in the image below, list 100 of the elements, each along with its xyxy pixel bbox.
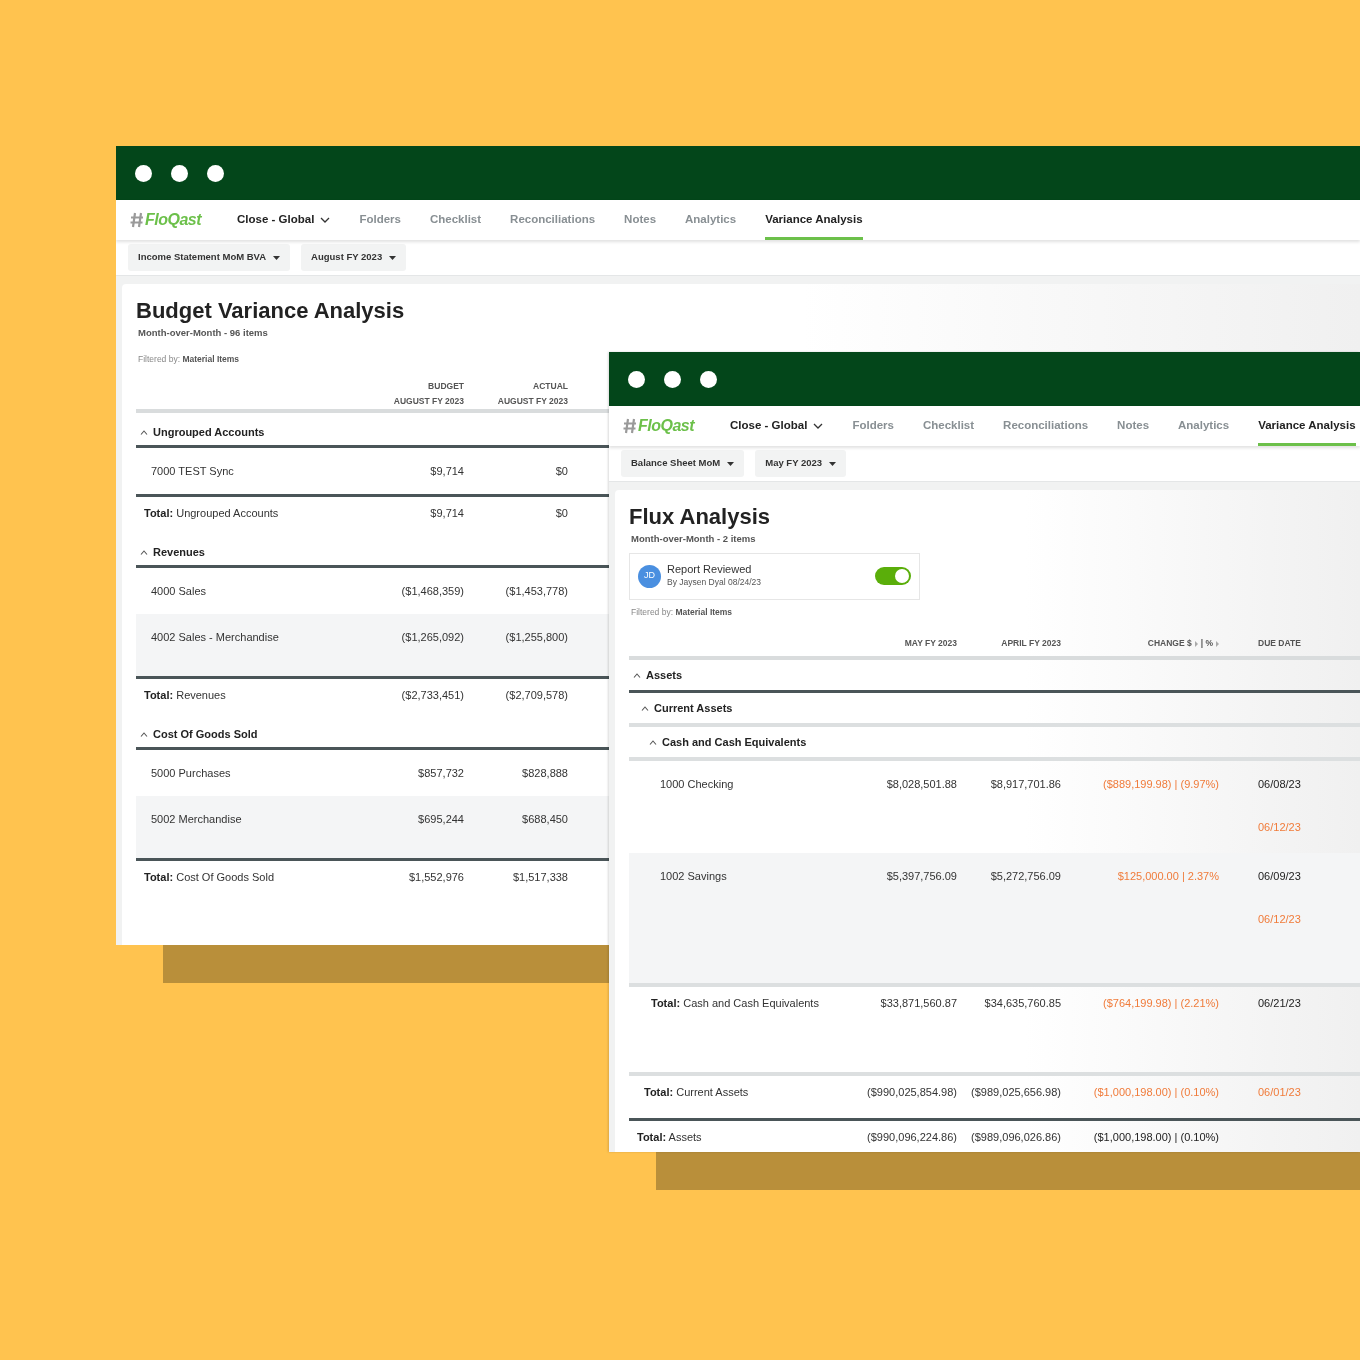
column-header: DUE DATE [1257,638,1302,651]
account-name: 5002 Merchandise [150,812,243,828]
total-label: Total: Revenues [143,688,227,704]
table-cell-text: ($1,468,359) [400,584,464,600]
account-name: 7000 TEST Sync [150,464,235,480]
table-cell-text: $8,028,501.88 [885,777,957,793]
table-cell-text: ($990,025,854.98) [866,1085,957,1101]
caret-down-icon [389,255,397,260]
column-header: | % [1200,638,1213,651]
column-header: CHANGE $ [1147,638,1192,651]
table-row[interactable]: 4000 Sales ($1,468,359) ($1,453,778) [136,568,610,615]
group-toggle[interactable]: Revenues [136,539,610,566]
report-title: Flux Analysis [629,504,771,531]
table-row[interactable]: 5000 Purchases $857,732 $828,888 [136,750,610,797]
hash-icon [130,212,144,228]
due-date: 06/08/23 [1258,777,1302,793]
change-value: ($1,000,198.00) | (0.10%) [1092,1085,1219,1101]
table-cell-text: $857,732 [417,766,464,782]
column-header: APRIL FY 2023 [1000,638,1061,651]
column-header: AUGUST FY 2023 [496,395,568,409]
table-cell-text: ($990,096,224.86) [866,1130,957,1146]
total-label: Total: Assets [636,1130,703,1146]
table-cell-text: ($2,709,578) [504,688,568,704]
group-toggle[interactable]: Current Assets [629,693,1360,724]
table-cell-text: $695,244 [417,812,464,828]
table-cell-text: $0 [554,464,568,480]
filter-text: Filtered by: Material Items [138,352,241,366]
filter-dropdown[interactable]: Income Statement MoM BVA [128,244,291,271]
column-header: ACTUAL [532,380,568,394]
due-date: 06/01/23 [1258,1085,1302,1101]
caret-down-icon [273,255,281,260]
table-cell-text: ($1,265,092) [400,630,464,646]
due-date: 06/12/23 [1258,911,1302,927]
filter-text: Filtered by: Material Items [631,605,734,619]
window-dot[interactable] [135,164,152,182]
filter-dropdown[interactable]: May FY 2023 [755,450,847,477]
table-row[interactable]: 7000 TEST Sync $9,714 $0 [136,448,610,495]
window-dot[interactable] [207,164,224,182]
window-dot[interactable] [664,370,681,388]
report-subtitle: Month-over-Month - 96 items [138,326,269,341]
chevron-up-icon [140,429,148,435]
table-cell-text: $688,450 [521,812,568,828]
reviewer-text: By Jaysen Dyal 08/24/23 [667,576,762,590]
table-cell-text: $33,871,560.87 [879,996,957,1012]
table-row[interactable]: 5002 Merchandise $695,244 $688,450 [136,796,610,859]
account-name: 4000 Sales [150,584,208,600]
table-cell-text: $9,714 [429,464,464,480]
table-cell-text: ($2,733,451) [400,688,464,704]
chevron-up-icon [649,739,657,745]
chevron-down-icon [813,422,824,429]
total-label: Total: Cash and Cash Equivalents [650,996,820,1012]
nav-dropdown[interactable]: Close - Global [730,406,824,446]
change-value: ($764,199.98) | (2.21%) [1102,996,1219,1012]
group-toggle[interactable]: Cash and Cash Equivalents [629,727,1360,758]
report-subtitle: Month-over-Month - 2 items [631,532,757,547]
account-name: 1002 Savings [659,869,728,885]
table-row[interactable]: 1000 Checking $8,028,501.88 $8,917,701.86 ($889,199.98) | (9.97%) 06/08/23 06/12/23 [629,761,1360,854]
total-label: Total: Cost Of Goods Sold [143,870,275,886]
table-cell-text: $828,888 [521,766,568,782]
table-cell-text: $1,552,976 [407,870,464,886]
chevron-down-icon [320,216,331,223]
due-date: 06/09/23 [1258,869,1302,885]
table-cell-text: $1,517,338 [511,870,568,886]
avatar: JD [638,564,661,588]
due-date: 06/21/23 [1258,996,1302,1012]
table-cell-text: $34,635,760.85 [983,996,1061,1012]
window-dot[interactable] [171,164,188,182]
report-title: Budget Variance Analysis [136,298,406,325]
table-cell-text: ($1,255,800) [504,630,568,646]
account-name: 1000 Checking [659,777,735,793]
table-cell-text: $5,272,756.09 [989,869,1061,885]
total-label: Total: Ungrouped Accounts [143,506,280,522]
group-toggle[interactable]: Cost Of Goods Sold [136,721,610,748]
window-dot[interactable] [700,370,717,388]
chevron-up-icon [140,731,148,737]
filter-dropdown[interactable]: August FY 2023 [301,244,407,271]
table-row[interactable]: 4002 Sales - Merchandise ($1,265,092) ($1,255,800) [136,614,610,677]
group-toggle[interactable]: Assets [629,660,1360,691]
review-label: Report Reviewed [667,563,753,577]
nav-dropdown[interactable]: Close - Global [237,200,331,240]
caret-down-icon [829,461,837,466]
change-value: ($889,199.98) | (9.97%) [1102,777,1219,793]
table-cell-text: ($989,096,026.86) [970,1130,1061,1146]
total-label: Total: Current Assets [643,1085,750,1101]
chevron-up-icon [641,705,649,711]
table-cell-text: ($1,453,778) [504,584,568,600]
hash-icon [623,418,637,434]
column-header: BUDGET [427,380,464,394]
table-cell-text: $0 [554,506,568,522]
filter-dropdown[interactable]: Balance Sheet MoM [621,450,745,477]
column-header: AUGUST FY 2023 [392,395,464,409]
table-cell-text: $8,917,701.86 [989,777,1061,793]
chevron-up-icon [633,672,641,678]
table-cell-text: $9,714 [429,506,464,522]
review-toggle[interactable] [875,567,911,586]
table-row[interactable]: 1002 Savings $5,397,756.09 $5,272,756.09 $125,000.00 | 2.37% 06/09/23 06/12/23 [629,853,1360,984]
account-name: 5000 Purchases [150,766,232,782]
window-dot[interactable] [628,370,645,388]
account-name: 4002 Sales - Merchandise [150,630,280,646]
group-toggle[interactable]: Ungrouped Accounts [136,419,610,446]
